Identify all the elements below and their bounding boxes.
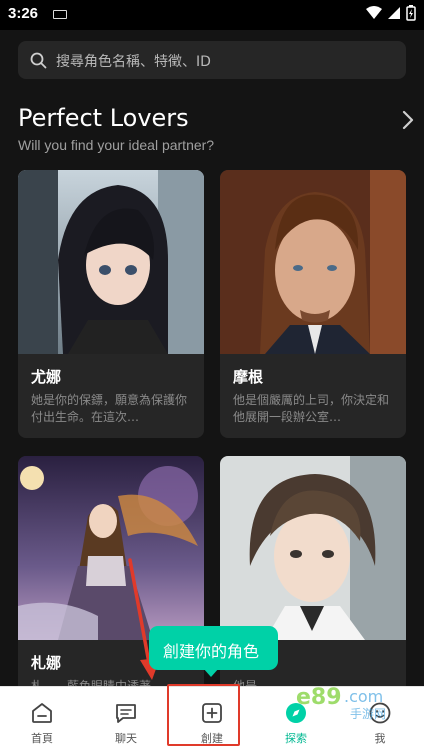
tab-home-label: 首頁 [31,732,53,745]
tab-home[interactable]: 首頁 [0,687,84,753]
home-icon [32,703,52,723]
chat-icon [116,704,136,723]
create-tab-highlight [167,684,240,746]
svg-text:.com: .com [344,687,383,706]
svg-text:e89: e89 [296,685,342,710]
tooltip-tail [203,668,219,677]
watermark-logo: e89 .com 手游网 [296,682,406,726]
tooltip-text: 創建你的角色 [163,642,260,661]
tab-profile-label: 我 [374,732,386,745]
tab-explore-label: 探索 [285,732,307,745]
svg-text:手游网: 手游网 [350,707,386,721]
tab-chat[interactable]: 聊天 [84,687,168,753]
create-character-tooltip: 創建你的角色 [149,626,278,677]
tab-chat-label: 聊天 [115,732,137,745]
